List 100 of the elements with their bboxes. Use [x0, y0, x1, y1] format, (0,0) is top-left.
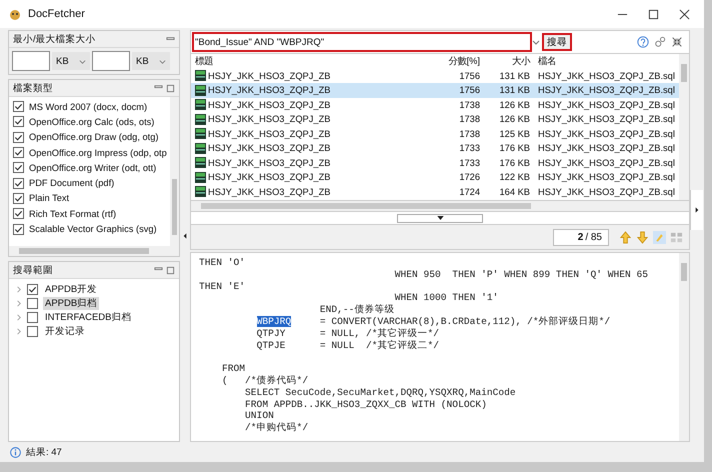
- current-page: 2: [578, 232, 584, 242]
- panel-title: 檔案類型: [13, 82, 53, 94]
- result-row[interactable]: HSJY_JKK_HSO3_ZQPJ_ZB 1756 131 KB HSJY_JKK_HSO3_ZQPJ_ZB.sql: [191, 68, 679, 83]
- split-handle[interactable]: [397, 214, 483, 222]
- file-type-label: OpenOffice.org Impress (odp, otp: [29, 148, 167, 158]
- result-row[interactable]: HSJY_JKK_HSO3_ZQPJ_ZB 1738 126 KB HSJY_JKK_HSO3_ZQPJ_ZB.sql: [191, 112, 679, 126]
- table-cell: HSJY_JKK_HSO3_ZQPJ_ZB: [208, 186, 330, 197]
- table-cell-text: 126 KB: [498, 114, 530, 124]
- table-cell-text: HSJY_JKK_HSO3_ZQPJ_ZB.sql: [537, 186, 675, 197]
- unit-dropdown[interactable]: KB: [52, 52, 90, 70]
- table-cell: HSJY_JKK_HSO3_ZQPJ_ZB: [208, 70, 330, 81]
- file-type-label: OpenOffice.org Calc (ods, ots): [29, 116, 154, 127]
- collapse-arrow-icon[interactable]: [695, 207, 699, 213]
- tree-item[interactable]: APPDB开发: [43, 282, 100, 296]
- checkbox[interactable]: [27, 298, 38, 308]
- highlight-toggle-icon[interactable]: [653, 230, 666, 244]
- table-cell-text: 1726: [458, 172, 480, 182]
- tree-item[interactable]: APPDB归档: [43, 296, 100, 310]
- document-icon: [195, 186, 206, 198]
- collapse-arrow-icon[interactable]: [183, 233, 187, 239]
- table-cell-text: 131 KB: [498, 85, 530, 96]
- file-type-label: PDF Document (pdf): [29, 178, 114, 188]
- column-header[interactable]: 標題: [191, 54, 410, 68]
- result-row[interactable]: HSJY_JKK_HSO3_ZQPJ_ZB 1724 164 KB HSJY_JKK_HSO3_ZQPJ_ZB.sql: [191, 184, 679, 199]
- expand-chevron-icon[interactable]: [15, 286, 22, 292]
- checkbox[interactable]: [13, 224, 24, 235]
- search-field[interactable]: "Bond_Issue" AND "WBPJRQ": [192, 32, 532, 52]
- arrow-down-icon[interactable]: [636, 230, 649, 244]
- tree-item[interactable]: 开发记录: [43, 324, 87, 338]
- checkbox[interactable]: [27, 284, 38, 294]
- chevron-down-icon: [79, 58, 86, 64]
- min-size-field[interactable]: [12, 51, 50, 71]
- scrollbar[interactable]: [190, 201, 690, 212]
- settings-icon[interactable]: [654, 36, 666, 48]
- table-cell: HSJY_JKK_HSO3_ZQPJ_ZB: [208, 143, 330, 154]
- checkbox[interactable]: [13, 147, 24, 158]
- expand-chevron-icon[interactable]: [15, 328, 22, 334]
- close-icon[interactable]: [679, 8, 690, 20]
- table-cell-text: 125 KB: [498, 128, 530, 139]
- chevron-down-icon[interactable]: [532, 38, 540, 46]
- search-button[interactable]: 搜尋: [542, 33, 572, 51]
- file-preview: THEN 'O' WHEN 950 THEN 'P' WHEN 899 THEN 'Q' WHEN 65 THEN 'E' WHEN 1000 THEN '1' END,--债券等级 WBPJRQ = CONVERT(VARCHAR(8),B.CRDate,112), /*外部评级日期*/ QTPJY = NULL, /*其它评级一*/ QTPJE = NULL /*其它评级二*/ FROM ( /*债券代码*/ SELECT SecuCode,SecuMarket,DQRQ,YSQXRQ,MainCode FROM APPDB..JKK_HSO3_ZQXX_CB WITH (NOLOCK) UNION /*申购代码*/: [198, 256, 650, 436]
- table-cell: HSJY_JKK_HSO3_ZQPJ_ZB: [208, 114, 330, 124]
- column-header[interactable]: 分數[%]: [410, 54, 480, 68]
- table-cell-text: 122 KB: [498, 172, 530, 182]
- table-cell: HSJY_JKK_HSO3_ZQPJ_ZB: [208, 128, 330, 139]
- checkbox[interactable]: [13, 162, 24, 174]
- file-type-label: MS Word 2007 (docx, docm): [29, 102, 148, 112]
- maximize-icon[interactable]: [648, 8, 659, 20]
- result-row[interactable]: HSJY_JKK_HSO3_ZQPJ_ZB 1726 122 KB HSJY_JKK_HSO3_ZQPJ_ZB.sql: [191, 170, 679, 184]
- max-size-field[interactable]: [92, 51, 130, 71]
- info-icon: [10, 446, 21, 458]
- expand-chevron-icon[interactable]: [15, 314, 22, 320]
- checkbox[interactable]: [13, 208, 24, 220]
- checkbox[interactable]: [27, 312, 38, 322]
- checkbox[interactable]: [13, 132, 24, 143]
- document-icon: [195, 172, 206, 183]
- page-total: / 85: [585, 232, 602, 242]
- table-cell-text: HSJY_JKK_HSO3_ZQPJ_ZB.sql: [537, 85, 675, 96]
- checkbox[interactable]: [13, 178, 24, 189]
- scrollbar[interactable]: [9, 246, 179, 256]
- file-type-label: Rich Text Format (rtf): [29, 208, 116, 219]
- checkbox[interactable]: [27, 326, 38, 336]
- chevron-down-icon: [159, 58, 166, 64]
- table-cell-text: HSJY_JKK_HSO3_ZQPJ_ZB.sql: [537, 143, 675, 154]
- file-type-label: OpenOffice.org Draw (odg, otg): [29, 132, 159, 142]
- table-cell-text: HSJY_JKK_HSO3_ZQPJ_ZB.sql: [537, 158, 675, 168]
- result-row[interactable]: HSJY_JKK_HSO3_ZQPJ_ZB 1738 126 KB HSJY_JKK_HSO3_ZQPJ_ZB.sql: [191, 98, 679, 112]
- help-icon[interactable]: [637, 36, 649, 48]
- document-icon: [195, 128, 206, 140]
- document-icon: [195, 157, 206, 168]
- table-cell-text: HSJY_JKK_HSO3_ZQPJ_ZB.sql: [537, 70, 675, 81]
- html-toggle-icon[interactable]: [670, 230, 683, 244]
- table-cell-text: 1733: [458, 158, 480, 168]
- scrollbar[interactable]: [679, 253, 689, 441]
- table-cell-text: 1724: [458, 186, 480, 197]
- result-row[interactable]: HSJY_JKK_HSO3_ZQPJ_ZB 1733 176 KB HSJY_JKK_HSO3_ZQPJ_ZB.sql: [191, 141, 679, 156]
- column-header[interactable]: 檔名: [530, 54, 556, 68]
- result-row[interactable]: HSJY_JKK_HSO3_ZQPJ_ZB 1756 131 KB HSJY_JKK_HSO3_ZQPJ_ZB.sql: [191, 83, 679, 98]
- result-row[interactable]: HSJY_JKK_HSO3_ZQPJ_ZB 1738 125 KB HSJY_JKK_HSO3_ZQPJ_ZB.sql: [191, 126, 679, 141]
- scrollbar[interactable]: [170, 97, 179, 246]
- checkbox[interactable]: [13, 116, 24, 128]
- table-cell: HSJY_JKK_HSO3_ZQPJ_ZB: [208, 172, 330, 182]
- table-cell-text: 1738: [458, 100, 480, 110]
- unit-dropdown[interactable]: KB: [132, 52, 170, 70]
- table-cell: HSJY_JKK_HSO3_ZQPJ_ZB: [208, 158, 330, 168]
- table-cell-text: 1756: [458, 85, 480, 96]
- file-type-label: Plain Text: [29, 193, 70, 204]
- checkbox[interactable]: [13, 192, 24, 204]
- tree-item[interactable]: INTERFACEDB归档: [43, 310, 134, 324]
- checkbox[interactable]: [13, 101, 24, 112]
- result-row[interactable]: HSJY_JKK_HSO3_ZQPJ_ZB 1733 176 KB HSJY_JKK_HSO3_ZQPJ_ZB.sql: [191, 156, 679, 170]
- arrow-up-icon[interactable]: [619, 230, 632, 244]
- expand-chevron-icon[interactable]: [15, 300, 22, 306]
- scrollbar[interactable]: [679, 54, 689, 200]
- status-text: 結果: 47: [26, 446, 62, 458]
- panel-title: 最小/最大檔案大小: [13, 32, 96, 46]
- column-header[interactable]: 大小: [480, 54, 530, 68]
- shrink-icon[interactable]: [671, 36, 683, 48]
- table-cell-text: 164 KB: [498, 186, 530, 197]
